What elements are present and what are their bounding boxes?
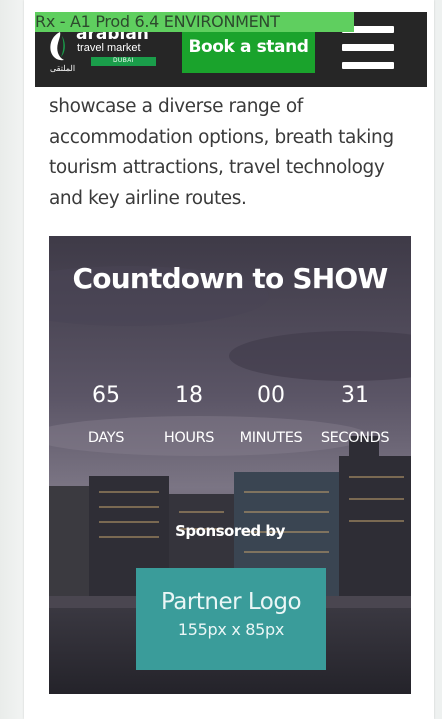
mobile-page: arabian travel market DUBAI الملتقى Book… [24,0,434,719]
logo-arabic-text: الملتقى [50,64,76,73]
countdown-section: Countdown to SHOW 65 DAYS 18 HOURS 00 MI… [49,236,411,694]
partner-logo-placeholder[interactable]: Partner Logo 155px x 85px [136,568,326,670]
countdown-seconds: 31 SECONDS [311,382,399,447]
countdown-seconds-label: SECONDS [320,430,390,446]
environment-banner: Rx - A1 Prod 6.4 ENVIRONMENT [35,12,354,32]
intro-paragraph: showcase a diverse range of accommodatio… [49,96,394,209]
page-gutter [0,0,24,719]
countdown-days-label: DAYS [87,430,125,446]
countdown-minutes-value: 00 [257,383,285,408]
countdown-hours: 18 HOURS [145,382,233,447]
countdown-minutes-label: MINUTES [239,430,303,446]
countdown-hours-value: 18 [175,383,203,408]
partner-logo-title: Partner Logo [160,589,302,615]
countdown-minutes: 00 MINUTES [227,382,315,447]
countdown-title: Countdown to SHOW [72,262,389,295]
logo-subtitle: travel market [77,42,141,54]
countdown-days-value: 65 [92,383,120,408]
logo-mark-icon [50,32,65,61]
menu-bar [342,62,394,69]
partner-logo-size: 155px x 85px [177,620,285,639]
sponsored-by-label: Sponsored by [175,522,285,540]
countdown-seconds-value: 31 [341,383,369,408]
logo-location-badge: DUBAI [91,57,156,66]
countdown-hours-label: HOURS [163,430,215,446]
countdown-days: 65 DAYS [62,382,150,447]
menu-bar [342,44,394,51]
